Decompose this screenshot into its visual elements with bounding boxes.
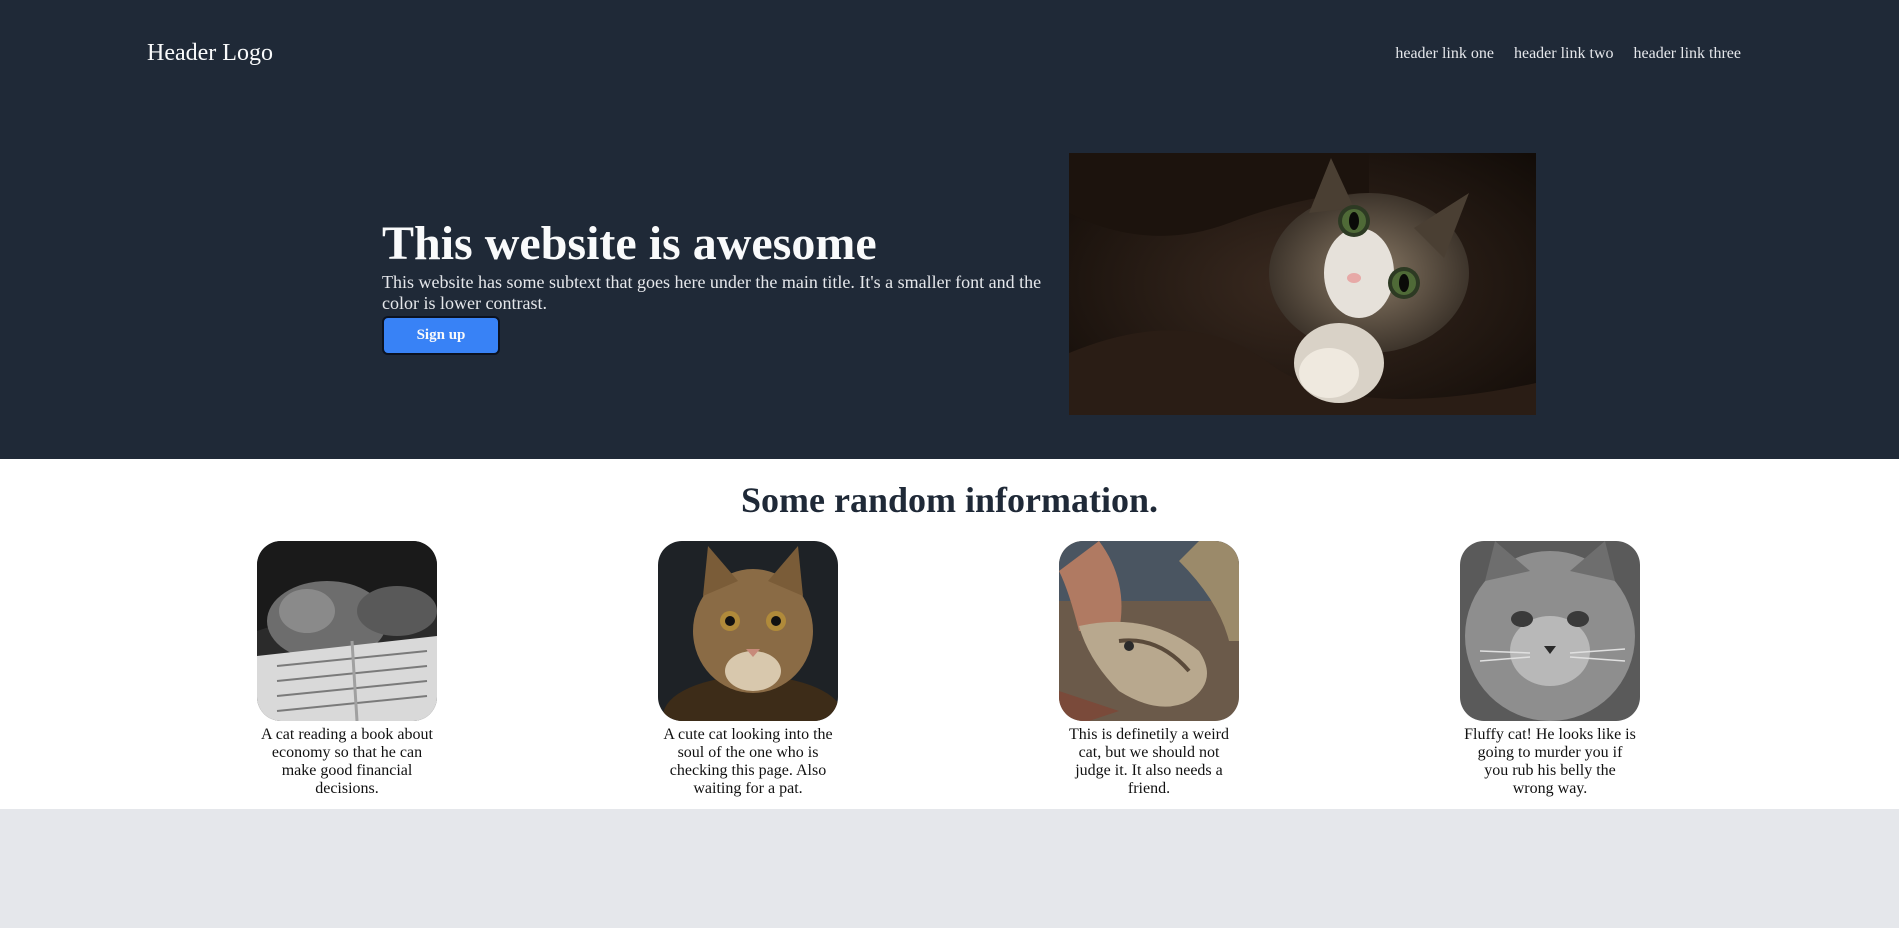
hero-text: This website is awesome This website has… [382,216,1052,355]
hero-subtitle: This website has some subtext that goes … [382,272,1042,313]
hero-cat-image [1069,153,1536,415]
header-nav: header link one header link two header l… [1395,45,1741,63]
cat-portrait-image [658,541,838,721]
section-title: Some random information. [741,480,1158,520]
info-card: A cute cat looking into the soul of the … [658,541,838,798]
info-section: Some random information. A cat reading a… [0,459,1899,809]
info-card: This is definetily a weird cat, but we s… [1059,541,1239,798]
signup-button[interactable]: Sign up [382,316,500,355]
cat-reading-image [257,541,437,721]
nav-link-one[interactable]: header link one [1395,45,1494,63]
info-card: A cat reading a book about economy so th… [257,541,437,798]
nav-link-two[interactable]: header link two [1514,45,1614,63]
card-caption: Fluffy cat! He looks like is going to mu… [1464,726,1636,797]
card-caption: A cute cat looking into the soul of the … [663,726,833,797]
card-caption: This is definetily a weird cat, but we s… [1069,726,1229,797]
hero-section: Header Logo header link one header link … [0,0,1899,459]
hero-title: This website is awesome [382,217,877,270]
header-logo[interactable]: Header Logo [147,40,273,67]
card-caption: A cat reading a book about economy so th… [261,726,433,797]
nav-link-three[interactable]: header link three [1634,45,1742,63]
footer-area [0,809,1899,928]
crocodile-image [1059,541,1239,721]
info-card: Fluffy cat! He looks like is going to mu… [1460,541,1640,798]
fluffy-cat-image [1460,541,1640,721]
